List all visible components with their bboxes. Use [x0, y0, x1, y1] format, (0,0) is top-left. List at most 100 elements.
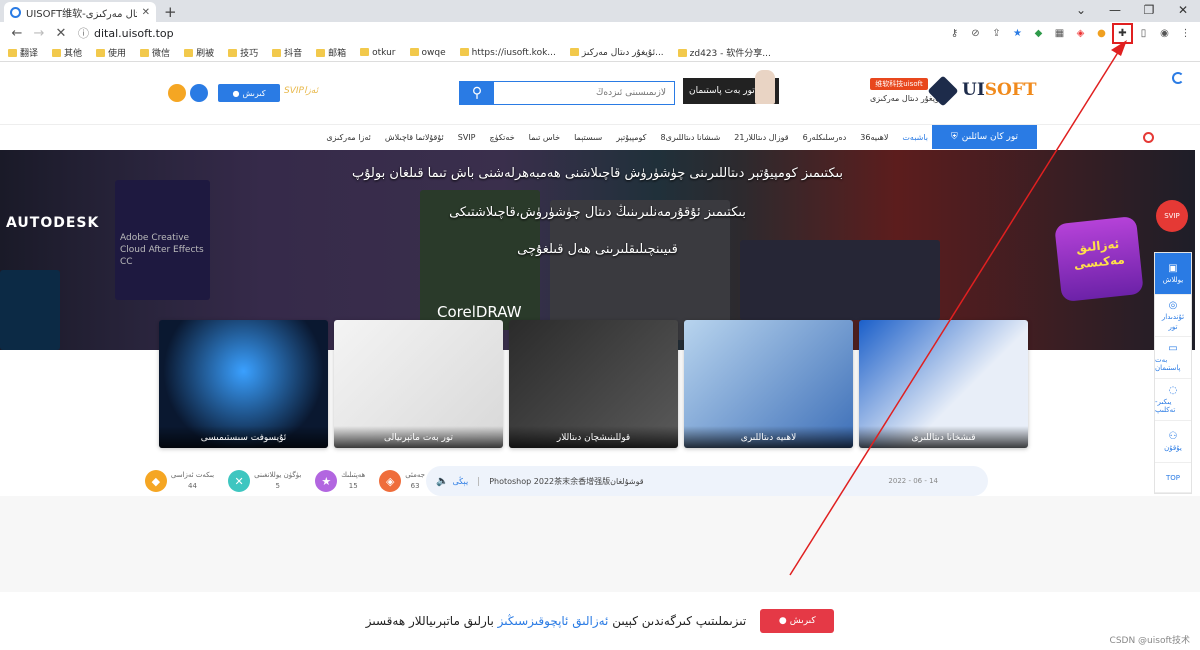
membership-promo[interactable]: ئەزالىق مەكىسى	[1054, 215, 1144, 303]
extensions-puzzle-icon[interactable]: ✚	[1112, 23, 1133, 44]
login-button[interactable]: ● كىرىش	[218, 84, 280, 102]
site-logo[interactable]: 维软科技uisoft ئۇيغۇر دىتال مەركىزى UISOFT	[870, 75, 1037, 110]
nav-item[interactable]: قوزال دىتاللار21	[734, 133, 788, 142]
close-tab-icon[interactable]: ✕	[142, 7, 150, 18]
tab-title: UISOFT维软-ئۇيغۇر دىتال مەركىزى	[26, 8, 137, 20]
search-input[interactable]	[494, 82, 674, 104]
bookmark-item[interactable]: 刷被	[184, 46, 214, 59]
nav-item[interactable]: شىشانا دىتاللىرى8	[660, 133, 720, 142]
omnibox[interactable]: ⓘ dital.uisoft.top	[78, 24, 598, 42]
nav-item[interactable]: سىستېما	[574, 133, 602, 142]
browser-tab[interactable]: UISOFT维软-ئۇيغۇر دىتال مەركىزى ✕	[4, 2, 156, 22]
browser-toolbar: ⚷ ⊘ ⇪ ★ ◆ ▦ ◈ ● ✚ ▯ ◉ ⋮	[946, 23, 1194, 44]
svip-ad-banner[interactable]: تور بەت پاستىمان	[683, 70, 779, 104]
card-label: قوللىنىشچان دىتاللار	[509, 426, 678, 448]
card-system[interactable]: ئۇيسوفت سىستىمىسى	[159, 320, 328, 448]
footer-login-button[interactable]: ● كىرىش	[760, 609, 835, 633]
search-box: ⚲	[459, 81, 675, 105]
bookmark-item[interactable]: 翻译	[8, 46, 38, 59]
upload-icon: ▣	[1168, 263, 1178, 274]
minimize-icon[interactable]: —	[1098, 0, 1132, 22]
nav-menu: باشبەت لاھىيە36 دەرسلىكلەر6 قوزال دىتالل…	[326, 125, 928, 149]
collapse-icon[interactable]: ⌄	[1064, 0, 1098, 22]
bookmark-item[interactable]: ئۇيغۇر دىتال مەركىز...	[570, 48, 664, 58]
bookmark-item[interactable]: https://iusoft.kok...	[460, 48, 556, 58]
card-office[interactable]: قىشخانا دىتاللىرى	[859, 320, 1028, 448]
sidebar-top[interactable]: TOP	[1155, 463, 1191, 493]
extension-orange-icon[interactable]: ●	[1093, 25, 1110, 42]
bookmark-item[interactable]: otkur	[360, 48, 395, 58]
card-web-material[interactable]: تور بەت ماتېرىيالى	[334, 320, 503, 448]
footer-text-c: بارلىق ماتېرىياللار ھەقسىز	[365, 614, 498, 628]
bookmark-item[interactable]: 技巧	[228, 46, 258, 59]
search-button[interactable]: ⚲	[460, 82, 494, 104]
stop-icon[interactable]: ✕	[50, 26, 72, 41]
site-info-icon[interactable]: ⓘ	[78, 25, 89, 41]
bookmark-item[interactable]: zd423 - 软件分享...	[678, 46, 771, 59]
extension-blue-icon[interactable]: ◈	[1072, 25, 1089, 42]
card-label: تور بەت ماتېرىيالى	[334, 426, 503, 448]
logo-word-ui: UI	[962, 80, 985, 100]
csdn-watermark: CSDN @uisoft技术	[1109, 636, 1190, 646]
notice-bar: 🔈 يېڭى Photoshop 2022茶末余香增强版قوشۇلغان 202…	[426, 466, 988, 496]
nav-item[interactable]: لاھىيە36	[860, 133, 888, 142]
extension-green-icon[interactable]: ◆	[1030, 25, 1047, 42]
svip-badge[interactable]: SVIPئەزا	[284, 86, 318, 96]
menu-round-icon[interactable]	[168, 84, 186, 102]
lightbulb-icon: ◌	[1168, 385, 1178, 396]
notice-text[interactable]: Photoshop 2022茶末余香增强版قوشۇلغان	[489, 476, 643, 487]
category-button[interactable]: ⛨ تور كان سائلىن	[932, 125, 1037, 149]
stat-item: ◆ بىكەت ئەزاسى 44	[144, 466, 215, 496]
bookmark-item[interactable]: 其他	[52, 46, 82, 59]
sidebar-label: يىكىر- تەكلىپ	[1155, 398, 1176, 414]
side-panel-icon[interactable]: ▯	[1135, 25, 1152, 42]
sidebar-contact[interactable]: ⚇ يۇقۇن	[1155, 421, 1191, 463]
sidebar-label: تور	[1168, 323, 1178, 331]
star-icon[interactable]: ★	[1009, 25, 1026, 42]
bookmark-item[interactable]: 邮箱	[316, 46, 346, 59]
person-icon: ⚇	[1168, 431, 1178, 442]
sidebar-upload[interactable]: ▣ يوللاش	[1155, 253, 1191, 295]
nav-item[interactable]: كومپيۇتېر	[616, 133, 646, 142]
nav-item[interactable]: خاس تىما	[529, 133, 560, 142]
url-text: dital.uisoft.top	[94, 26, 174, 40]
key-icon[interactable]: ⚷	[946, 25, 963, 42]
close-window-icon[interactable]: ✕	[1166, 0, 1200, 22]
bookmark-item[interactable]: owqe	[410, 48, 446, 58]
forward-icon[interactable]: →	[28, 26, 50, 41]
nav-item[interactable]: باشبەت	[902, 133, 928, 142]
bookmark-item[interactable]: 使用	[96, 46, 126, 59]
nav-item[interactable]: ئەزا مەركىزى	[326, 133, 370, 142]
stat-label: بىكەت ئەزاسى	[170, 471, 215, 479]
share-icon[interactable]: ⇪	[988, 25, 1005, 42]
nav-item[interactable]: دەرسلىكلەر6	[803, 133, 847, 142]
bookmarks-bar: 翻译 其他 使用 微信 刷被 技巧 抖音 邮箱 otkur owqe https…	[0, 44, 1200, 62]
card-design[interactable]: لاھىيە دىتاللىرى	[684, 320, 853, 448]
sidebar-feedback[interactable]: ◌ يىكىر- تەكلىپ	[1155, 379, 1191, 421]
sidebar-label: يۇقۇن	[1164, 444, 1182, 452]
stat-value: 63	[410, 482, 420, 490]
profile-icon[interactable]: ◉	[1156, 25, 1173, 42]
card-apps[interactable]: قوللىنىشچان دىتاللار	[509, 320, 678, 448]
stat-icon: ◈	[379, 470, 402, 492]
bookmark-item[interactable]: 微信	[140, 46, 170, 59]
search-round-icon[interactable]	[190, 84, 208, 102]
nav-item[interactable]: خەتكۈچ	[489, 133, 514, 142]
menu-icon[interactable]: ⋮	[1177, 25, 1194, 42]
new-tab-icon[interactable]: +	[164, 3, 177, 21]
extension-store-icon[interactable]: ▦	[1051, 25, 1068, 42]
back-icon[interactable]: ←	[6, 26, 28, 41]
stat-label: ھەپتىلىك	[341, 471, 366, 479]
eye-off-icon[interactable]: ⊘	[967, 25, 984, 42]
nav-item[interactable]: ئۇقۇلاتما قاچىلاش	[385, 133, 444, 142]
login-footer: تىزىملىتىپ كىرگەندىن كېيىن ئەزالىق ئاپچو…	[0, 592, 1200, 650]
restore-icon[interactable]: ❐	[1132, 0, 1166, 22]
footer-text: تىزىملىتىپ كىرگەندىن كېيىن ئەزالىق ئاپچو…	[366, 614, 747, 628]
sidebar-wechat[interactable]: ◎ ئۇندىدار تور	[1155, 295, 1191, 337]
bookmark-item[interactable]: 抖音	[272, 46, 302, 59]
window-controls: ⌄ — ❐ ✕	[1064, 0, 1200, 22]
stat-icon: ✕	[228, 470, 251, 492]
sidebar-web-build[interactable]: ▭ بەت پاستىمان	[1155, 337, 1191, 379]
nav-item[interactable]: SVIP	[458, 133, 476, 142]
svip-float-button[interactable]: SVIP	[1156, 200, 1188, 232]
